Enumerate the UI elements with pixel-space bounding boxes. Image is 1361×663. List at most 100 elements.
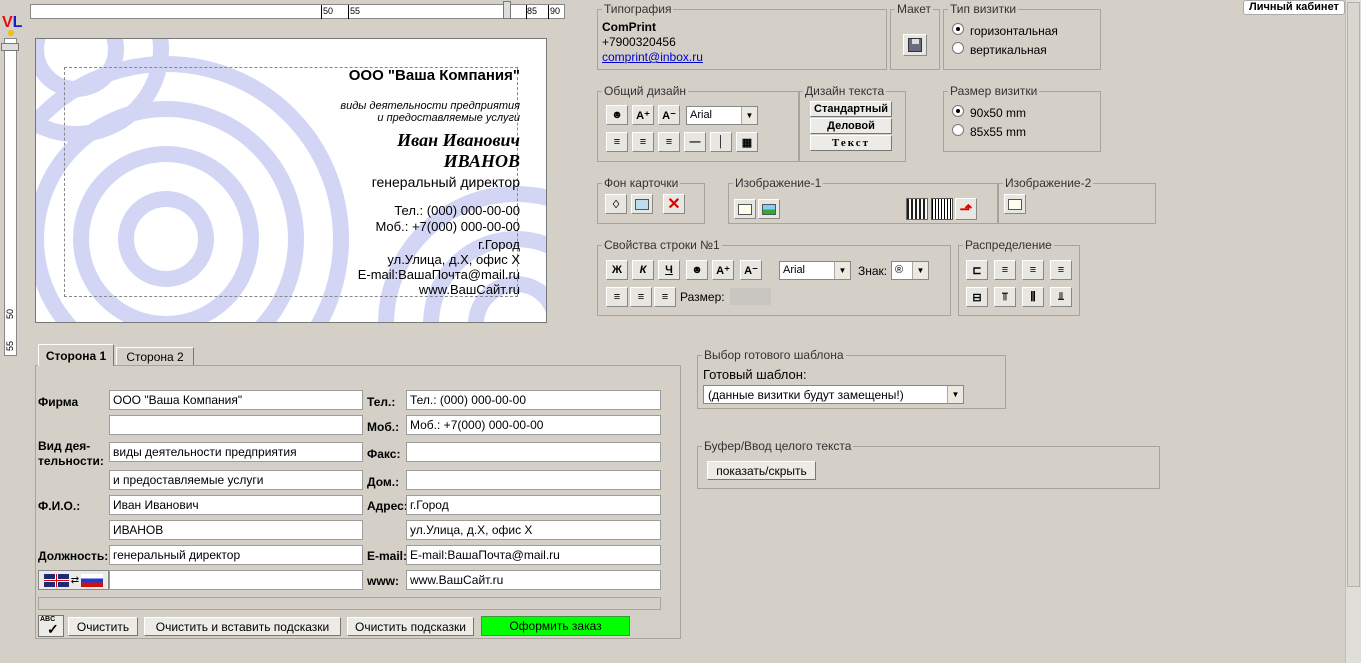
typography-name: ComPrint (602, 20, 656, 34)
remove-background-button[interactable]: ✕ (663, 194, 685, 214)
distribute-3-button[interactable]: ≡ (1022, 260, 1044, 280)
ruler-slider[interactable] (503, 1, 511, 19)
size-input[interactable] (730, 288, 771, 305)
card-city: г.Город (478, 237, 520, 252)
image-2-insert-button[interactable] (1004, 194, 1026, 214)
size-90x50-radio[interactable] (952, 105, 964, 117)
left-ruler-slider[interactable] (1, 43, 19, 51)
www-input[interactable]: www.ВашСайт.ru (406, 570, 661, 590)
activity-input-1[interactable]: виды деятельности предприятия (109, 442, 363, 462)
card-phone: Тел.: (000) 000-00-00 (394, 203, 520, 218)
line-align-center-icon: ≡ (637, 291, 645, 303)
fax-input[interactable] (406, 442, 661, 462)
line-font-select[interactable]: Arial ▼ (779, 261, 851, 280)
bold-label: Ж (612, 264, 622, 276)
distribute-top-icon: ⊏ (972, 264, 982, 277)
home-input[interactable] (406, 470, 661, 490)
save-layout-button[interactable] (903, 34, 927, 56)
address-input-1[interactable]: г.Город (406, 495, 661, 515)
fio-input-1[interactable]: Иван Иванович (109, 495, 363, 515)
image-1-insert-button[interactable] (734, 199, 756, 219)
italic-button[interactable]: К (632, 260, 654, 280)
line-effects-button[interactable]: ☻ (686, 260, 708, 280)
line-font-increase-button[interactable]: A⁺ (712, 260, 734, 280)
position-input[interactable]: генеральный директор (109, 545, 363, 565)
line-align-left-button[interactable]: ≡ (606, 287, 628, 307)
style-text-button[interactable]: Текст (810, 135, 892, 151)
line-align-right-button[interactable]: ≡ (654, 287, 676, 307)
clear-hints-button[interactable]: Очистить подсказки (347, 617, 474, 636)
typography-email-link[interactable]: comprint@inbox.ru (602, 50, 703, 64)
template-select[interactable]: (данные визитки будут замещены!) ▼ (703, 385, 964, 404)
distribute-7-button[interactable]: ⫼ (1022, 287, 1044, 307)
activity-input-2[interactable]: и предоставляемые услуги (109, 470, 363, 490)
sign-select[interactable]: ® ▼ (891, 261, 929, 280)
address-input-2[interactable]: ул.Улица, д.Х, офис Х (406, 520, 661, 540)
size-90x50-label: 90x50 mm (970, 106, 1027, 120)
scrollbar-thumb[interactable] (1347, 2, 1360, 587)
card-background-legend: Фон карточки (604, 176, 679, 190)
top-ruler: 50 55 85 90 (30, 1, 565, 19)
vertical-scrollbar[interactable] (1345, 0, 1361, 663)
distribute-8-button[interactable]: ⫫ (1050, 287, 1072, 307)
extra-input[interactable] (109, 570, 363, 590)
font-increase-button[interactable]: A⁺ (632, 105, 654, 125)
card-activity-2: и предоставляемые услуги (377, 112, 520, 124)
font-decrease-button[interactable]: A⁻ (658, 105, 680, 125)
layout-legend: Макет (897, 2, 931, 16)
image-1-landscape-button[interactable] (758, 199, 780, 219)
spellcheck-button[interactable]: ABC ✓ (38, 615, 64, 637)
tab-side-1[interactable]: Сторона 1 (38, 344, 114, 366)
clear-insert-hints-button[interactable]: Очистить и вставить подсказки (144, 617, 341, 636)
qr-code-button[interactable] (906, 198, 928, 220)
line-align-right-icon: ≡ (661, 291, 669, 303)
clear-button[interactable]: Очистить (68, 617, 138, 636)
language-switch-button[interactable]: ⇄ (38, 570, 109, 590)
firm-input-2[interactable] (109, 415, 363, 435)
image-1-remove-button[interactable]: ⬏ (955, 198, 977, 220)
order-button[interactable]: Оформить заказ (481, 616, 630, 636)
background-image-button[interactable] (631, 194, 653, 214)
general-design-legend: Общий дизайн (604, 84, 687, 98)
card-company: ООО "Ваша Компания" (348, 67, 520, 84)
text-effects-button[interactable]: ☻ (606, 105, 628, 125)
email-input[interactable]: E-mail:ВашаПочта@mail.ru (406, 545, 661, 565)
style-standard-button[interactable]: Стандартный (810, 101, 892, 117)
underline-button[interactable]: Ч (658, 260, 680, 280)
distribute-right-icon: ≡ (1057, 264, 1065, 276)
card-type-vertical-radio[interactable] (952, 42, 964, 54)
distribute-2-button[interactable]: ≡ (994, 260, 1016, 280)
card-type-horizontal-radio[interactable] (952, 23, 964, 35)
card-size-legend: Размер визитки (950, 84, 1038, 98)
ru-flag-icon (81, 573, 104, 587)
align-center-button[interactable]: ≡ (632, 132, 654, 152)
line-font-decrease-button[interactable]: A⁻ (740, 260, 762, 280)
horizontal-line-button[interactable]: — (684, 132, 706, 152)
distribute-5-button[interactable]: ⊟ (966, 287, 988, 307)
style-business-button[interactable]: Деловой (810, 118, 892, 134)
firm-input[interactable]: ООО "Ваша Компания" (109, 390, 363, 410)
tel-input[interactable]: Тел.: (000) 000-00-00 (406, 390, 661, 410)
show-hide-button[interactable]: показать/скрыть (707, 461, 816, 480)
distribute-6-button[interactable]: ⫪ (994, 287, 1016, 307)
barcode-button[interactable] (931, 198, 953, 220)
fill-color-button[interactable]: ♢ (605, 194, 627, 214)
vertical-line-button[interactable]: │ (710, 132, 732, 152)
align-left-icon: ≡ (613, 136, 621, 148)
general-font-select[interactable]: Arial ▼ (686, 106, 758, 125)
bold-button[interactable]: Ж (606, 260, 628, 280)
size-85x55-radio[interactable] (952, 124, 964, 136)
card-preview[interactable]: ООО "Ваша Компания" виды деятельности пр… (35, 38, 547, 323)
distribute-1-button[interactable]: ⊏ (966, 260, 988, 280)
align-left-button[interactable]: ≡ (606, 132, 628, 152)
align-right-button[interactable]: ≡ (658, 132, 680, 152)
mob-input[interactable]: Моб.: +7(000) 000-00-00 (406, 415, 661, 435)
email-label: E-mail: (367, 549, 408, 563)
grid-button[interactable]: ▦ (736, 132, 758, 152)
fio-input-2[interactable]: ИВАНОВ (109, 520, 363, 540)
card-name-2: ИВАНОВ (443, 151, 520, 171)
line-align-center-button[interactable]: ≡ (630, 287, 652, 307)
tab-side-2[interactable]: Сторона 2 (116, 347, 194, 366)
distribute-4-button[interactable]: ≡ (1050, 260, 1072, 280)
personal-cabinet-button[interactable]: Личный кабинет (1243, 0, 1345, 15)
